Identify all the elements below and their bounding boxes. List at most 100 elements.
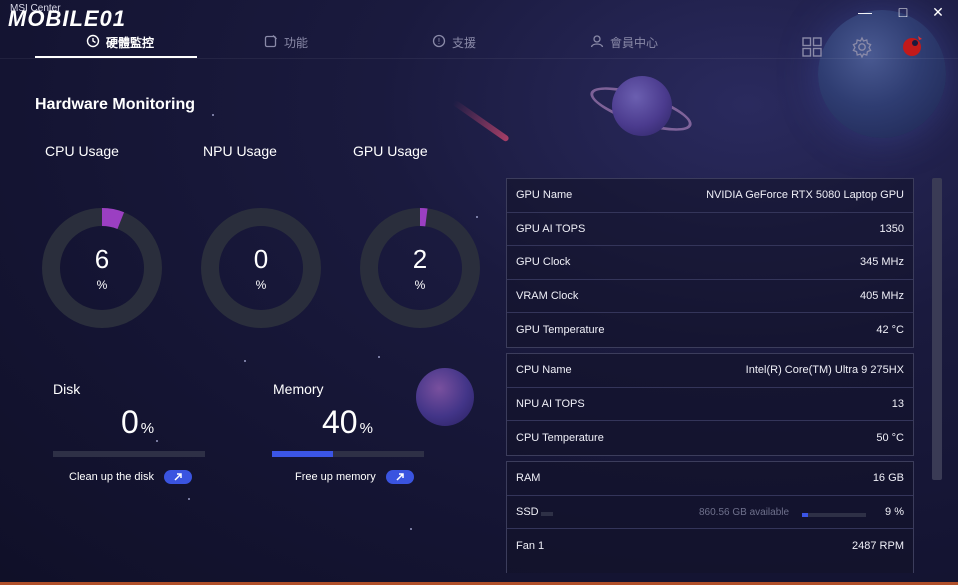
free-up-memory-button[interactable] [385,470,414,484]
row-value: 405 MHz [859,289,904,302]
panel-scrollbar[interactable] [932,178,942,480]
vram-clock-row: VRAM Clock 405 MHz [507,280,913,313]
cpu-info-panel: CPU Name Intel(R) Core(TM) Ultra 9 275HX … [506,353,914,456]
gpu-temperature-row: GPU Temperature 42 °C [507,313,913,347]
npu-usage-value: 0 [253,244,269,274]
star-decoration [244,360,246,362]
nav-divider [0,58,958,59]
system-info-panel: RAM 16 GB SSD 860.56 GB available 9 % Fan… [506,461,914,573]
row-value: 2487 RPM [852,539,904,552]
fan-row: Fan 1 2487 RPM [507,529,913,563]
memory-usage-bar [272,451,424,457]
star-decoration [378,356,380,358]
tab-label: 功能 [284,35,309,50]
row-value: 1350 [879,222,904,235]
row-label: GPU AI TOPS [516,222,586,235]
edit-icon [264,34,278,51]
cpu-usage-unit: % [96,278,108,292]
ssd-usage-fill [802,512,808,517]
gpu-info-panel: GPU Name NVIDIA GeForce RTX 5080 Laptop G… [506,178,914,348]
free-up-memory-action[interactable]: Free up memory [295,470,414,484]
clean-up-disk-action[interactable]: Clean up the disk [69,470,192,484]
star-decoration [410,528,412,530]
tab-hardware-monitoring[interactable]: 硬體監控 [86,28,154,56]
title-bar[interactable]: MSI Center MOBILE01 — □ ✕ [0,0,958,31]
small-planet-decoration [416,368,474,426]
ssd-mini-bar [541,511,553,516]
disk-label: Disk [53,381,81,397]
maximize-button[interactable]: □ [888,2,918,22]
ram-row: RAM 16 GB [507,462,913,496]
help-icon: ! [432,34,446,51]
row-value: 345 MHz [859,256,904,269]
star-decoration [156,440,158,442]
memory-label: Memory [273,381,324,397]
ssd-row: SSD 860.56 GB available 9 % [507,496,913,529]
npu-usage-gauge: 0 % [199,206,323,330]
memory-usage-fill [272,451,333,457]
row-label: SSD [516,505,539,518]
row-label: Fan 1 [516,539,545,552]
row-label: GPU Temperature [516,323,605,336]
row-label: CPU Temperature [516,431,604,444]
row-value: 13 [891,397,904,410]
row-label: GPU Clock [516,256,571,269]
row-value: NVIDIA GeForce RTX 5080 Laptop GPU [706,189,904,202]
ssd-usage-bar [802,512,866,517]
cpu-usage-gauge: 6 % [40,206,164,330]
disk-value: 0% [121,404,154,441]
cpu-name-row: CPU Name Intel(R) Core(TM) Ultra 9 275HX [507,354,913,388]
minimize-button[interactable]: — [850,2,880,22]
row-label: CPU Name [516,364,572,377]
free-up-memory-label: Free up memory [295,471,376,483]
npu-usage-label: NPU Usage [203,143,277,159]
star-decoration [188,498,190,500]
tab-label: 支援 [452,35,477,50]
svg-text:!: ! [437,37,440,46]
tab-support[interactable]: ! 支援 [432,28,476,56]
memory-percent: 40 [322,404,358,440]
row-label: RAM [516,472,541,485]
npu-usage-unit: % [255,278,267,292]
gpu-usage-value: 2 [412,244,428,274]
cpu-temperature-row: CPU Temperature 50 °C [507,421,913,455]
gpu-clock-row: GPU Clock 345 MHz [507,246,913,280]
cpu-usage-value: 6 [94,244,110,274]
gpu-usage-gauge: 2 % [358,206,482,330]
clean-up-disk-button[interactable] [164,470,192,484]
planet-decoration [818,10,946,138]
clock-icon [86,34,100,51]
memory-value: 40% [322,404,373,441]
ssd-available: 860.56 GB available [699,506,790,518]
row-value: 9 % [885,505,904,518]
disk-unit: % [140,420,155,437]
row-value: 16 GB [872,472,904,485]
app-window: MSI Center MOBILE01 — □ ✕ 硬體監控 功能 ! 支援 會… [0,0,958,585]
row-value: Intel(R) Core(TM) Ultra 9 275HX [745,364,904,377]
user-icon [590,34,604,51]
gear-icon[interactable] [851,36,873,59]
tab-features[interactable]: 功能 [264,28,308,56]
dragon-logo-icon[interactable] [900,33,926,59]
tab-label: 會員中心 [610,35,659,50]
tab-member-center[interactable]: 會員中心 [590,28,658,56]
row-label: GPU Name [516,189,573,202]
star-decoration [212,114,214,116]
tab-label: 硬體監控 [106,35,155,50]
cpu-usage-label: CPU Usage [45,143,119,159]
disk-usage-bar [53,451,205,457]
npu-ai-tops-row: NPU AI TOPS 13 [507,388,913,421]
row-label: VRAM Clock [516,289,579,302]
gpu-name-row: GPU Name NVIDIA GeForce RTX 5080 Laptop G… [507,179,913,213]
gpu-usage-label: GPU Usage [353,143,428,159]
row-label: NPU AI TOPS [516,397,585,410]
disk-percent: 0 [121,404,139,440]
page-title: Hardware Monitoring [35,96,196,113]
arrow-up-icon [174,473,182,481]
clean-up-disk-label: Clean up the disk [69,471,154,483]
memory-unit: % [359,420,373,437]
close-button[interactable]: ✕ [923,2,953,22]
arrow-up-icon [396,473,404,481]
grid-icon[interactable] [801,36,823,58]
gpu-usage-unit: % [414,278,426,292]
